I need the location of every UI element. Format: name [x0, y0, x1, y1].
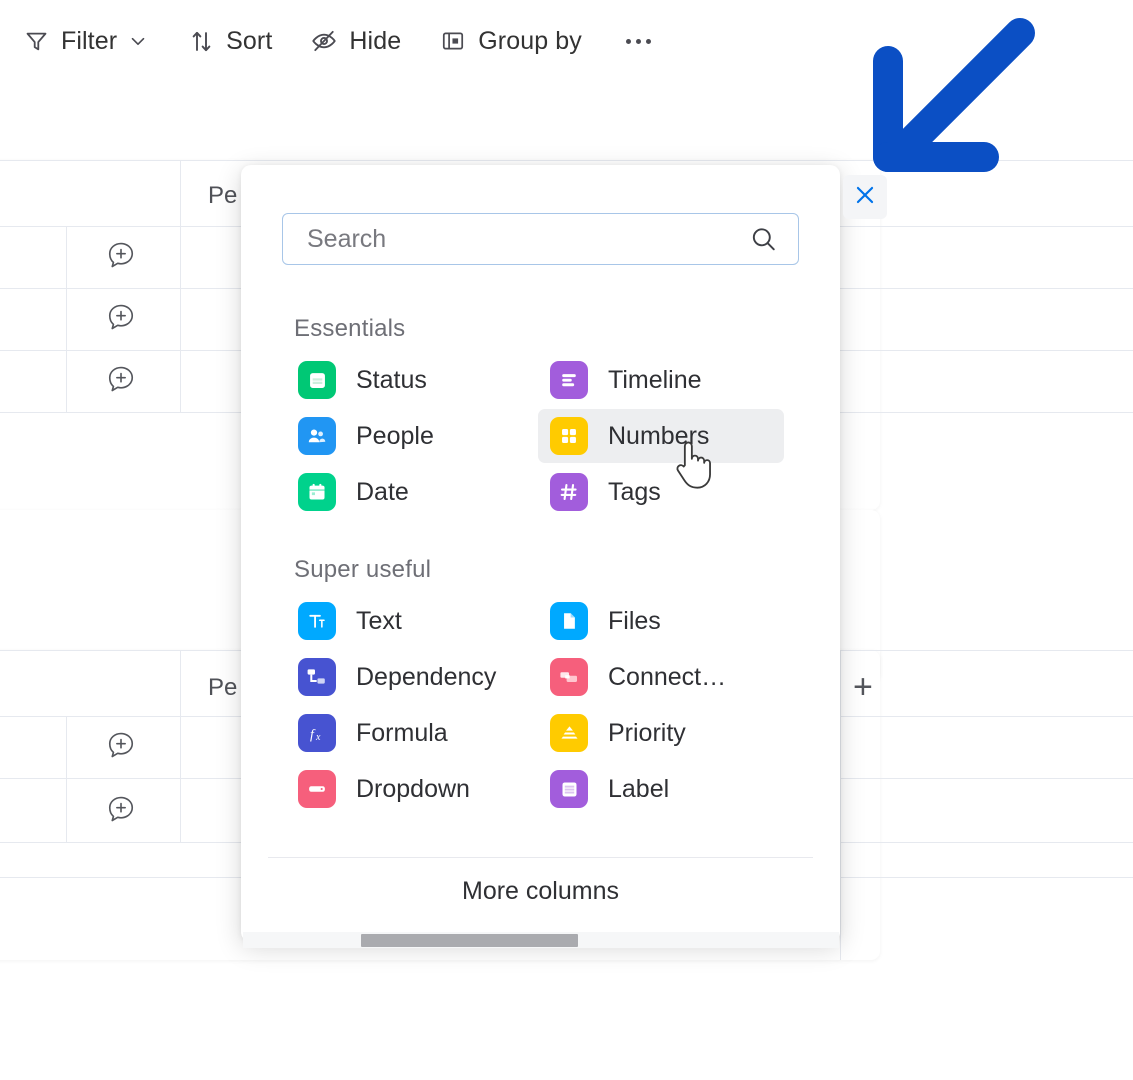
column-header-person-top: Pe [208, 182, 238, 209]
people-icon [298, 417, 336, 455]
column-option-date[interactable]: Date [286, 465, 532, 519]
column-option-label: People [356, 421, 434, 450]
sort-button[interactable]: Sort [187, 27, 272, 56]
column-option-label: Label [608, 774, 670, 803]
column-option-people[interactable]: People [286, 409, 532, 463]
grid-line [840, 650, 841, 960]
column-option-tags[interactable]: Tags [538, 465, 784, 519]
grid-line [180, 160, 181, 412]
close-button[interactable] [843, 175, 887, 219]
chat-add-icon[interactable] [106, 240, 136, 270]
tags-icon [550, 473, 588, 511]
column-option-label: Dropdown [356, 774, 470, 803]
formula-icon: f x [298, 714, 336, 752]
board-toolbar: Filter Sort Hide Group by [0, 0, 1133, 82]
column-option-label: Priority [608, 718, 686, 747]
column-option-files[interactable]: Files [538, 594, 784, 648]
ellipsis-icon-dot-2 [635, 38, 641, 44]
ellipsis-icon-dot-3 [645, 38, 651, 44]
column-option-timeline[interactable]: Timeline [538, 353, 784, 407]
search-icon [749, 225, 778, 254]
panel-divider [268, 857, 813, 858]
more-options-button[interactable] [625, 38, 651, 44]
chat-add-icon[interactable] [106, 364, 136, 394]
files-icon [550, 602, 588, 640]
column-option-label: Files [608, 606, 661, 635]
numbers-icon [550, 417, 588, 455]
column-option-dependency[interactable]: Dependency [286, 650, 532, 704]
add-column-button[interactable]: + [853, 670, 873, 704]
grid-line [180, 650, 181, 842]
column-option-label: Tags [608, 477, 661, 506]
svg-text:x: x [315, 732, 321, 743]
column-option-connect[interactable]: Connect… [538, 650, 784, 704]
hide-label: Hide [349, 26, 402, 55]
search-input[interactable] [283, 214, 723, 264]
column-option-priority[interactable]: Priority [538, 706, 784, 760]
column-option-label: Text [356, 606, 402, 635]
add-column-popup: Essentials Status People [241, 165, 840, 942]
chat-add-icon[interactable] [106, 794, 136, 824]
app-root: Filter Sort Hide Group by Pe Pe + Search… [0, 0, 1133, 1080]
column-option-label: Dependency [356, 662, 497, 691]
sort-icon [187, 27, 215, 55]
column-option-numbers[interactable]: Numbers [538, 409, 784, 463]
dropdown-icon [298, 770, 336, 808]
status-icon [298, 361, 336, 399]
close-icon [852, 182, 878, 213]
column-header-person-bottom: Pe [208, 674, 238, 701]
date-icon [298, 473, 336, 511]
hide-button[interactable]: Hide [310, 27, 401, 56]
chat-add-icon[interactable] [106, 730, 136, 760]
column-option-dropdown[interactable]: Dropdown [286, 762, 532, 816]
column-option-label: Numbers [608, 421, 710, 450]
label-icon [550, 770, 588, 808]
filter-icon [22, 27, 50, 55]
more-columns-button[interactable]: More columns [241, 877, 840, 906]
filter-chevron-down-icon[interactable] [127, 30, 149, 52]
horizontal-scrollbar-thumb[interactable] [361, 934, 578, 947]
text-icon [298, 602, 336, 640]
section-title-essentials: Essentials [294, 315, 406, 342]
search-field[interactable] [282, 213, 799, 265]
column-option-label: Formula [356, 718, 448, 747]
timeline-icon [550, 361, 588, 399]
column-option-status[interactable]: Status [286, 353, 532, 407]
column-option-label[interactable]: Label [538, 762, 784, 816]
priority-icon [550, 714, 588, 752]
filter-label: Filter [61, 26, 118, 55]
grid-line [66, 716, 67, 842]
connect-icon [550, 658, 588, 696]
sort-label: Sort [226, 26, 273, 55]
section-title-super-useful: Super useful [294, 556, 432, 583]
chat-add-icon[interactable] [106, 302, 136, 332]
grid-line [0, 160, 1133, 161]
group-by-label: Group by [478, 26, 582, 55]
column-option-formula[interactable]: f x Formula [286, 706, 532, 760]
group-by-button[interactable]: Group by [439, 27, 582, 56]
column-option-label: Status [356, 365, 427, 394]
column-option-label: Date [356, 477, 409, 506]
eye-slash-icon [310, 27, 338, 55]
ellipsis-icon-dot-1 [625, 38, 631, 44]
grid-line [66, 226, 67, 412]
group-by-icon [439, 27, 467, 55]
column-option-text[interactable]: Text [286, 594, 532, 648]
dependency-icon [298, 658, 336, 696]
column-option-label: Connect… [608, 662, 727, 691]
filter-button[interactable]: Filter [22, 27, 117, 56]
column-option-label: Timeline [608, 365, 702, 394]
